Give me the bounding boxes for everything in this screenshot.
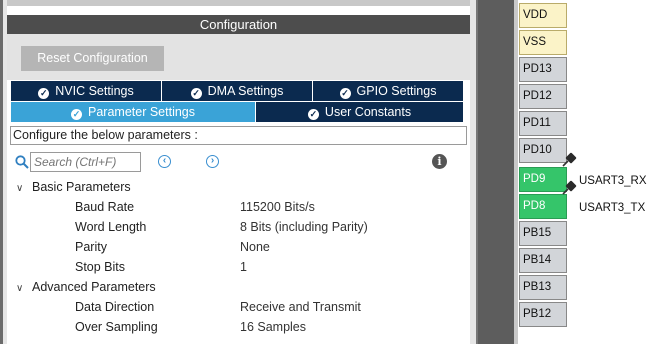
root: Configuration Reset Configuration ✓ NVIC …	[0, 0, 671, 344]
param-value: Receive and Transmit	[240, 300, 361, 314]
panel-top-strip	[7, 0, 470, 6]
param-value: 115200 Bits/s	[240, 200, 315, 214]
pin-vdd[interactable]: VDD	[519, 3, 567, 28]
check-circle-icon: ✓	[339, 88, 351, 99]
search-box	[14, 152, 141, 172]
check-circle-icon: ✓	[190, 88, 202, 99]
chip-body	[476, 0, 518, 344]
param-name: Over Sampling	[75, 320, 158, 334]
tab-parameter-settings[interactable]: ✓ Parameter Settings	[11, 102, 256, 122]
check-circle-icon: ✓	[307, 109, 319, 120]
tab-label: Parameter Settings	[88, 105, 195, 119]
param-name: Stop Bits	[75, 260, 126, 274]
group-label: Advanced Parameters	[32, 280, 156, 294]
param-value: 16 Samples	[240, 320, 307, 334]
tab-label: User Constants	[324, 105, 412, 119]
info-icon[interactable]: i	[432, 154, 447, 169]
tab-label: NVIC Settings	[55, 84, 134, 98]
group-basic-parameters[interactable]: ∨ Basic Parameters	[16, 180, 131, 194]
reset-configuration-button[interactable]: Reset Configuration	[21, 46, 164, 71]
chip-edge	[476, 0, 478, 344]
signal-label-usart3-tx: USART3_TX	[579, 202, 646, 214]
pin-pd13[interactable]: PD13	[519, 57, 567, 82]
check-circle-icon: ✓	[71, 109, 82, 120]
pin-pb14[interactable]: PB14	[519, 248, 567, 273]
tab-nvic-settings[interactable]: ✓ NVIC Settings	[11, 81, 162, 101]
param-value: 8 Bits (including Parity)	[240, 220, 368, 234]
tab-label: GPIO Settings	[356, 84, 437, 98]
search-next-icon[interactable]: ›	[206, 155, 219, 168]
tab-user-constants[interactable]: ✓ User Constants	[256, 102, 464, 122]
search-input[interactable]	[30, 152, 141, 172]
panel-left-edge	[0, 0, 3, 344]
group-advanced-parameters[interactable]: ∨ Advanced Parameters	[16, 280, 156, 294]
pin-pd12[interactable]: PD12	[519, 84, 567, 109]
chevron-down-icon: ∨	[16, 283, 24, 294]
param-name: Parity	[75, 240, 107, 254]
pin-pb12[interactable]: PB12	[519, 302, 567, 327]
configure-instructions: Configure the below parameters :	[10, 126, 467, 145]
tab-dma-settings[interactable]: ✓ DMA Settings	[162, 81, 313, 101]
pin-vss[interactable]: VSS	[519, 30, 567, 55]
pin-pd8[interactable]: PD8	[519, 194, 567, 219]
pin-pb15[interactable]: PB15	[519, 221, 567, 246]
signal-label-usart3-rx: USART3_RX	[579, 175, 647, 187]
pushpin-icon	[562, 180, 577, 195]
tab-gpio-settings[interactable]: ✓ GPIO Settings	[313, 81, 464, 101]
pin-pd11[interactable]: PD11	[519, 111, 567, 136]
check-circle-icon: ✓	[38, 88, 50, 99]
param-name: Word Length	[75, 220, 147, 234]
search-icon	[15, 155, 29, 169]
pin-pb13[interactable]: PB13	[519, 275, 567, 300]
tab-label: DMA Settings	[207, 84, 284, 98]
param-name: Data Direction	[75, 300, 155, 314]
group-label: Basic Parameters	[32, 180, 131, 194]
pushpin-icon	[562, 152, 577, 167]
param-value: None	[240, 240, 270, 254]
chevron-down-icon: ∨	[16, 183, 24, 194]
panel-title: Configuration	[7, 15, 470, 34]
param-value: 1	[240, 260, 247, 274]
param-name: Baud Rate	[75, 200, 135, 214]
search-previous-icon[interactable]: ‹	[158, 155, 171, 168]
